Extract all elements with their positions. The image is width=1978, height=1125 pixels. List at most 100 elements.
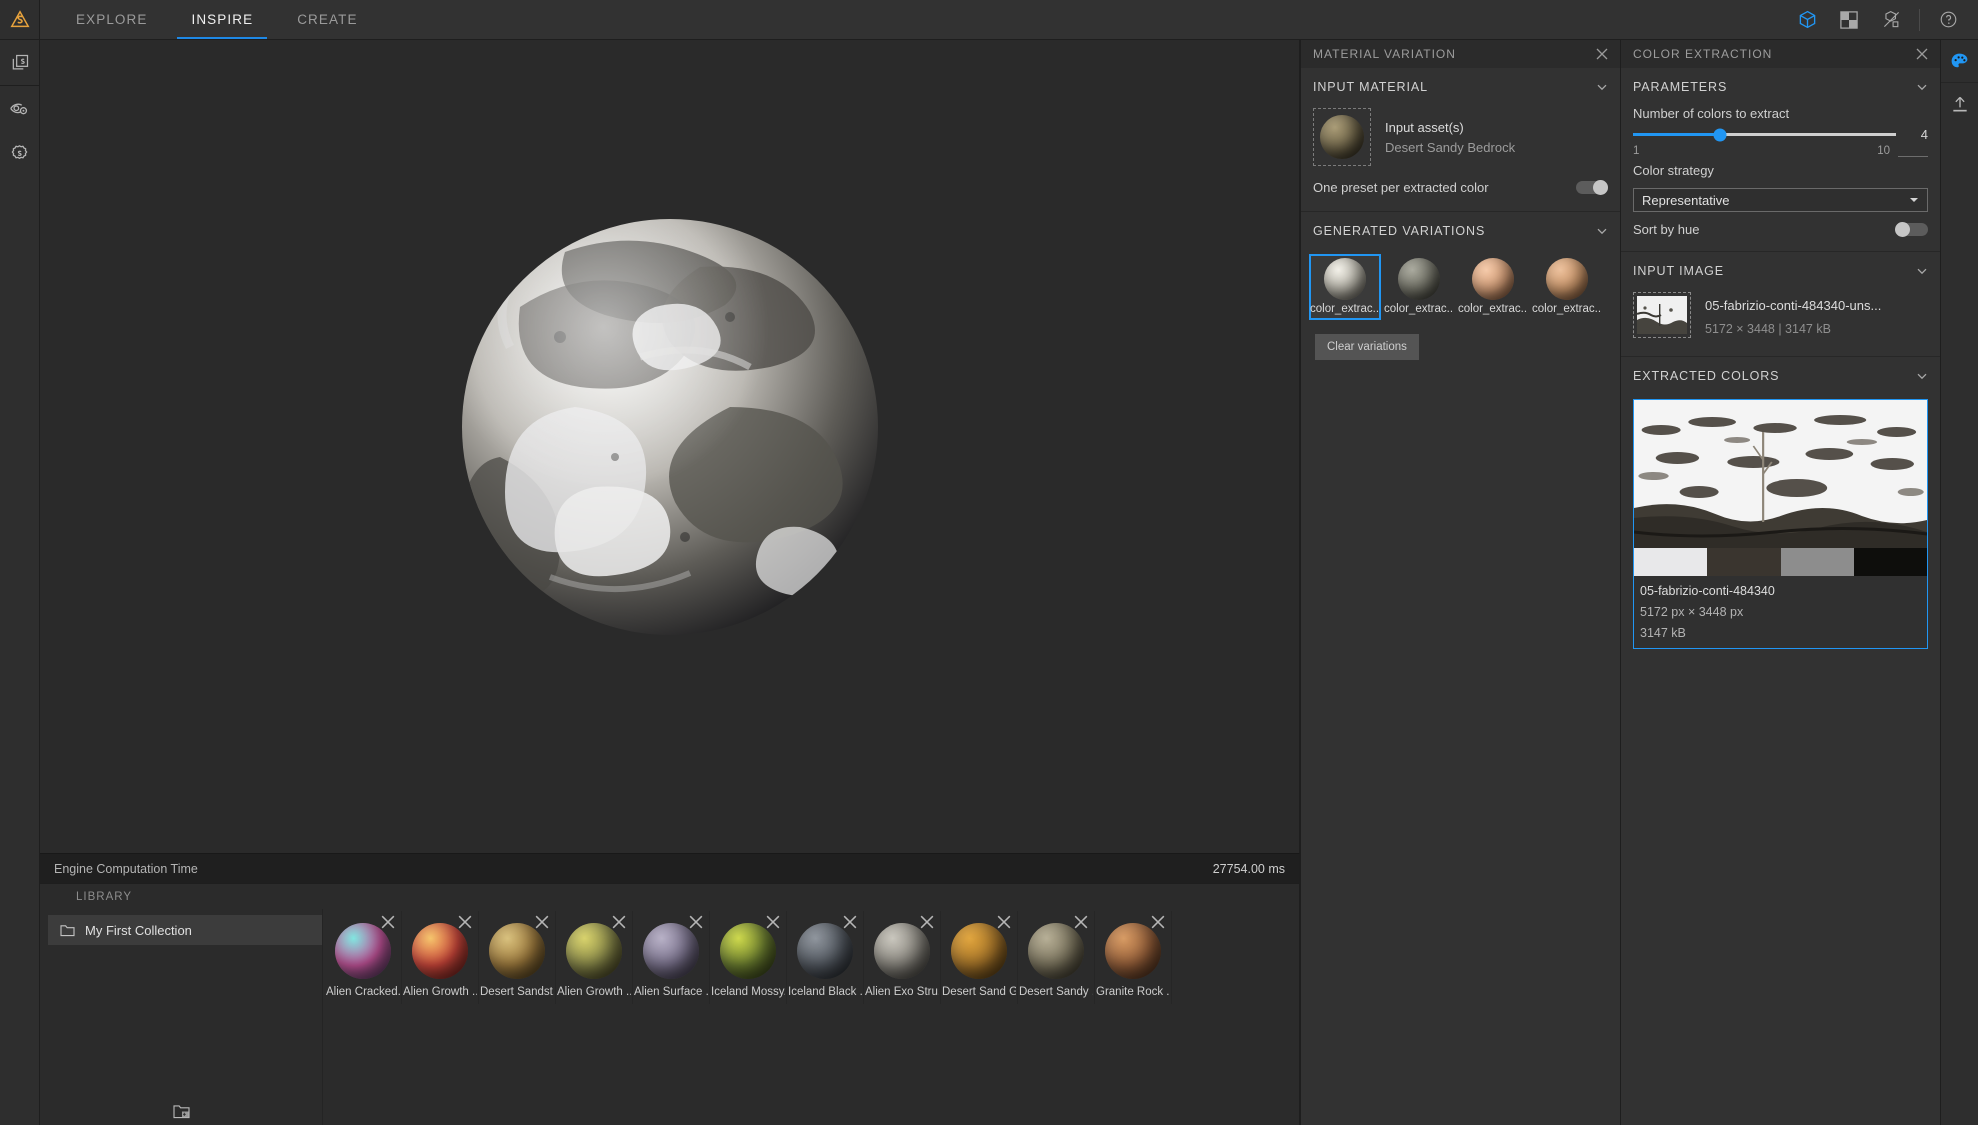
tab-inspire-label: INSPIRE: [191, 12, 253, 27]
remove-asset-icon[interactable]: [1151, 915, 1165, 929]
chevron-down-icon[interactable]: [1916, 81, 1928, 93]
library-asset-card[interactable]: Alien Growth ...: [556, 911, 633, 1004]
asset-thumbnail: [412, 923, 468, 979]
assets-grid: Alien Cracked...Alien Growth ...Desert S…: [323, 909, 1299, 1125]
app-logo[interactable]: [0, 0, 40, 39]
viewport-3d[interactable]: [40, 40, 1300, 853]
upload-export-icon[interactable]: [1941, 83, 1978, 125]
library-asset-card[interactable]: Iceland Black ...: [787, 911, 864, 1004]
library-asset-card[interactable]: Desert Sandy ...: [1018, 911, 1095, 1004]
remove-asset-icon[interactable]: [766, 915, 780, 929]
extracted-image-name: 05-fabrizio-conti-484340: [1640, 584, 1921, 598]
main-tabs: EXPLORE INSPIRE CREATE: [40, 0, 380, 39]
color-swatch[interactable]: [1634, 548, 1707, 576]
generated-variations-section-header[interactable]: GENERATED VARIATIONS: [1301, 212, 1620, 250]
library-asset-card[interactable]: Iceland Mossy...: [710, 911, 787, 1004]
material-sphere-preview[interactable]: [400, 157, 940, 697]
remove-asset-icon[interactable]: [843, 915, 857, 929]
generated-variations-section-label: GENERATED VARIATIONS: [1313, 224, 1485, 238]
color-extraction-title: COLOR EXTRACTION: [1633, 47, 1772, 61]
remove-asset-icon[interactable]: [689, 915, 703, 929]
input-image-dropzone[interactable]: [1633, 292, 1691, 338]
parameters-section-label: PARAMETERS: [1633, 80, 1727, 94]
status-bar: Engine Computation Time 27754.00 ms: [40, 853, 1300, 883]
library-asset-card[interactable]: Desert Sand G...: [941, 911, 1018, 1004]
remove-asset-icon[interactable]: [920, 915, 934, 929]
cube-slash-icon[interactable]: [1871, 0, 1911, 40]
eye-gear-icon[interactable]: [0, 86, 40, 131]
num-colors-label: Number of colors to extract: [1621, 106, 1940, 127]
extracted-image-size: 3147 kB: [1640, 626, 1921, 640]
add-folder-icon[interactable]: [173, 1104, 190, 1119]
right-toolbar: [1940, 40, 1978, 1125]
asset-label: Alien Cracked...: [326, 986, 400, 998]
collections-footer: [40, 1097, 322, 1125]
variation-card[interactable]: color_extrac...: [1383, 254, 1455, 320]
color-swatch[interactable]: [1781, 548, 1854, 576]
slider-handle[interactable]: [1713, 128, 1726, 141]
toggle-knob: [1895, 222, 1910, 237]
input-material-section-header[interactable]: INPUT MATERIAL: [1301, 68, 1620, 106]
input-asset-label: Input asset(s): [1385, 120, 1515, 135]
one-preset-toggle-row: One preset per extracted color: [1301, 166, 1620, 211]
extracted-colors-card[interactable]: 05-fabrizio-conti-484340 5172 px × 3448 …: [1633, 399, 1928, 649]
library-asset-card[interactable]: Alien Growth ...: [402, 911, 479, 1004]
close-icon[interactable]: [1916, 48, 1928, 60]
layers-stack-icon[interactable]: [0, 40, 40, 85]
tab-create-label: CREATE: [297, 12, 357, 27]
input-asset-dropzone[interactable]: [1313, 108, 1371, 166]
remove-asset-icon[interactable]: [381, 915, 395, 929]
remove-asset-icon[interactable]: [997, 915, 1011, 929]
chevron-down-icon[interactable]: [1916, 370, 1928, 382]
extracted-colors-section-label: EXTRACTED COLORS: [1633, 369, 1779, 383]
cube-3d-icon[interactable]: [1787, 0, 1827, 40]
variation-card[interactable]: color_extrac...: [1309, 254, 1381, 320]
library-asset-card[interactable]: Alien Exo Stru...: [864, 911, 941, 1004]
chevron-down-icon[interactable]: [1916, 265, 1928, 277]
one-preset-toggle[interactable]: [1576, 181, 1608, 194]
parameters-section-header[interactable]: PARAMETERS: [1621, 68, 1940, 106]
asset-label: Alien Surface ...: [634, 986, 708, 998]
library-asset-card[interactable]: Granite Rock ...: [1095, 911, 1172, 1004]
input-asset-row: Input asset(s) Desert Sandy Bedrock: [1301, 106, 1620, 166]
sort-by-hue-toggle[interactable]: [1896, 223, 1928, 236]
library-asset-card[interactable]: Alien Cracked...: [325, 911, 402, 1004]
color-swatch[interactable]: [1854, 548, 1927, 576]
material-variation-panel: MATERIAL VARIATION INPUT MATERIAL Input …: [1300, 40, 1620, 1125]
variation-thumbnail: [1546, 258, 1588, 300]
variation-card[interactable]: color_extrac...: [1531, 254, 1603, 320]
num-colors-value[interactable]: 4: [1906, 127, 1928, 142]
extracted-colors-meta: 05-fabrizio-conti-484340 5172 px × 3448 …: [1634, 576, 1927, 648]
extracted-colors-section-header[interactable]: EXTRACTED COLORS: [1621, 357, 1940, 395]
gear-icon[interactable]: [0, 131, 40, 176]
checker-pattern-icon[interactable]: [1829, 0, 1869, 40]
help-circle-icon[interactable]: [1928, 0, 1968, 40]
input-image-section-header[interactable]: INPUT IMAGE: [1621, 252, 1940, 290]
collection-my-first-collection[interactable]: My First Collection: [48, 915, 322, 945]
num-colors-slider[interactable]: [1633, 133, 1896, 136]
chevron-down-icon[interactable]: [1596, 225, 1608, 237]
asset-label: Desert Sandst...: [480, 986, 554, 998]
slider-scale: 1 10: [1621, 142, 1940, 157]
remove-asset-icon[interactable]: [612, 915, 626, 929]
chevron-down-icon[interactable]: [1596, 81, 1608, 93]
close-icon[interactable]: [1596, 48, 1608, 60]
tab-inspire[interactable]: INSPIRE: [169, 0, 275, 39]
library-asset-card[interactable]: Desert Sandst...: [479, 911, 556, 1004]
generated-variations-grid: color_extrac...color_extrac...color_extr…: [1301, 250, 1620, 320]
remove-asset-icon[interactable]: [1074, 915, 1088, 929]
asset-label: Granite Rock ...: [1096, 986, 1170, 998]
tab-create[interactable]: CREATE: [275, 0, 379, 39]
library-asset-card[interactable]: Alien Surface ...: [633, 911, 710, 1004]
asset-label: Desert Sandy ...: [1019, 986, 1093, 998]
color-strategy-select[interactable]: Representative: [1633, 188, 1928, 212]
slider-fill: [1633, 133, 1720, 136]
input-image-thumbnail: [1637, 296, 1687, 334]
remove-asset-icon[interactable]: [458, 915, 472, 929]
clear-variations-button[interactable]: Clear variations: [1315, 334, 1419, 360]
color-palette-icon[interactable]: [1941, 40, 1978, 82]
remove-asset-icon[interactable]: [535, 915, 549, 929]
color-swatch[interactable]: [1707, 548, 1780, 576]
variation-card[interactable]: color_extrac...: [1457, 254, 1529, 320]
tab-explore[interactable]: EXPLORE: [54, 0, 169, 39]
